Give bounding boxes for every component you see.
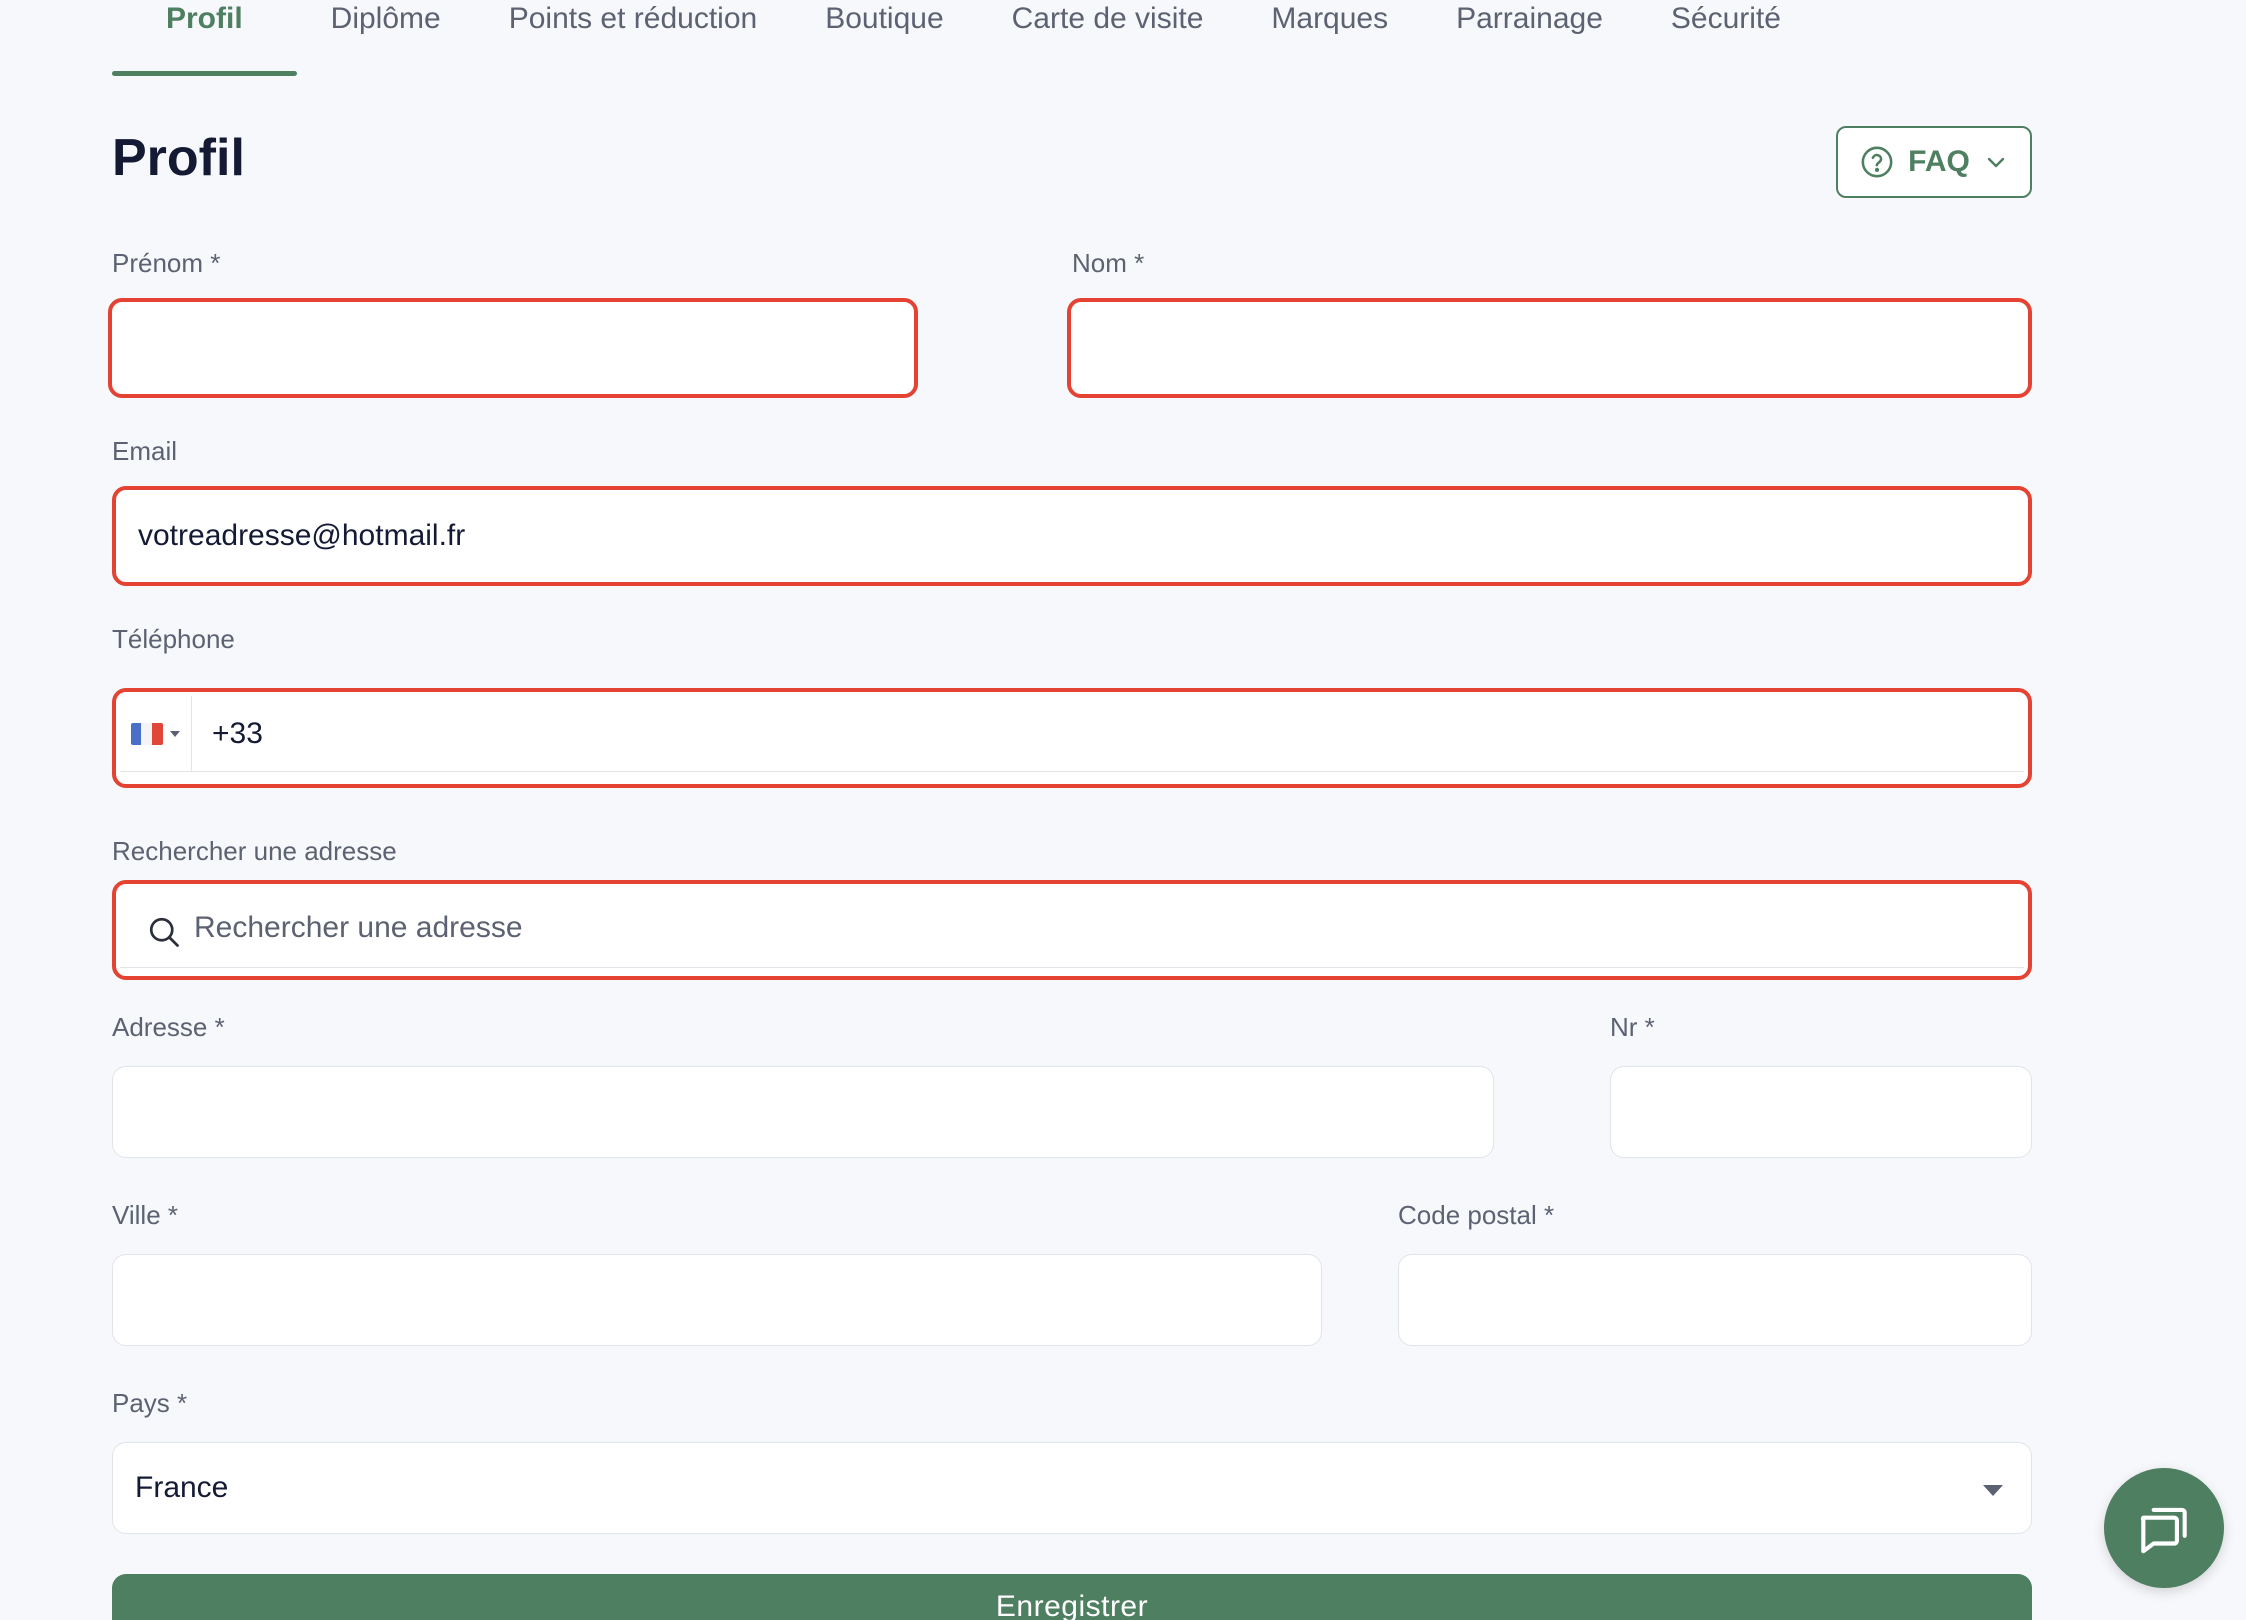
ville-label: Ville *	[112, 1200, 179, 1230]
search-address-input[interactable]	[120, 888, 2024, 967]
code-postal-field	[1398, 1254, 2032, 1346]
help-circle-icon	[1861, 146, 1893, 178]
email-label: Email	[112, 436, 178, 466]
tab-boutique[interactable]: Boutique	[791, 0, 977, 76]
telephone-label: Téléphone	[112, 624, 235, 654]
chat-button[interactable]	[2104, 1468, 2224, 1588]
tab-marques[interactable]: Marques	[1237, 0, 1422, 76]
pays-value[interactable]	[113, 1443, 2031, 1533]
tab-securite[interactable]: Sécurité	[1637, 0, 1815, 76]
adresse-label: Adresse *	[112, 1012, 225, 1042]
nr-input[interactable]	[1611, 1067, 2031, 1157]
faq-button[interactable]: FAQ	[1836, 126, 2032, 198]
email-input[interactable]	[116, 490, 2028, 582]
save-button[interactable]: Enregistrer	[112, 1574, 2032, 1620]
ville-field	[112, 1254, 1322, 1346]
pays-select[interactable]	[112, 1442, 2032, 1534]
prenom-input[interactable]	[112, 302, 914, 394]
caret-down-icon	[169, 730, 180, 737]
adresse-input[interactable]	[113, 1067, 1493, 1157]
telephone-field	[112, 688, 2032, 788]
adresse-field	[112, 1066, 1494, 1158]
nr-field	[1610, 1066, 2032, 1158]
phone-input-wrapper	[120, 696, 2024, 772]
search-address-wrapper	[120, 888, 2024, 968]
profile-tabs: Profil Diplôme Points et réduction Bouti…	[112, 0, 1815, 76]
email-field	[112, 486, 2032, 586]
code-postal-input[interactable]	[1399, 1255, 2031, 1345]
prenom-label: Prénom *	[112, 248, 221, 278]
faq-label: FAQ	[1908, 145, 1970, 178]
tab-diplome[interactable]: Diplôme	[297, 0, 475, 76]
tab-parrainage[interactable]: Parrainage	[1422, 0, 1637, 76]
tab-profil[interactable]: Profil	[112, 0, 297, 76]
chat-icon	[2140, 1507, 2187, 1554]
code-postal-label: Code postal *	[1398, 1200, 1555, 1230]
chevron-down-icon	[1987, 157, 2005, 168]
tab-carte-de-visite[interactable]: Carte de visite	[978, 0, 1238, 76]
profile-page: Profil Diplôme Points et réduction Bouti…	[0, 0, 2246, 1620]
pays-label: Pays *	[112, 1388, 188, 1418]
search-address-label: Rechercher une adresse	[112, 836, 397, 866]
nom-input[interactable]	[1071, 302, 2028, 394]
nom-label: Nom *	[1072, 248, 1145, 278]
prenom-field	[108, 298, 918, 398]
page-title: Profil	[112, 129, 245, 187]
caret-down-icon	[1983, 1485, 2003, 1496]
france-flag-icon	[130, 722, 163, 745]
nom-field	[1067, 298, 2032, 398]
country-code-select[interactable]	[120, 696, 192, 771]
ville-input[interactable]	[113, 1255, 1321, 1345]
tab-points-reduction[interactable]: Points et réduction	[475, 0, 791, 76]
search-address-field	[112, 880, 2032, 980]
nr-label: Nr *	[1610, 1012, 1655, 1042]
telephone-input[interactable]	[196, 696, 2024, 771]
